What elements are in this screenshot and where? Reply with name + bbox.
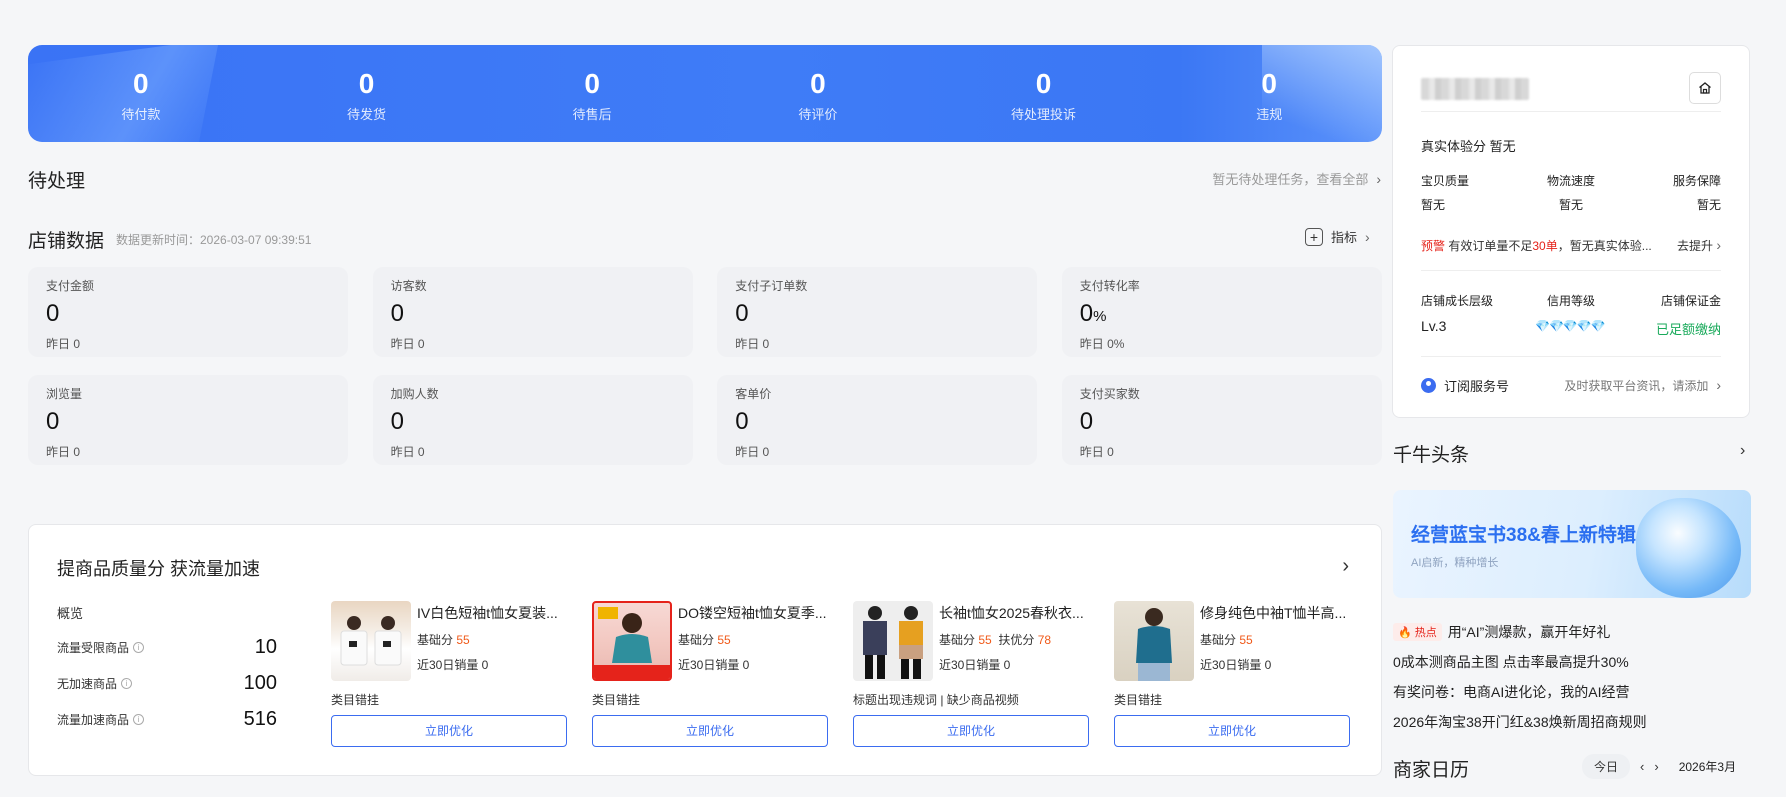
metric-card-add-to-cart[interactable]: 加购人数 0 昨日 0 [372, 375, 693, 465]
store-data-title: 店铺数据 [28, 231, 105, 252]
info-icon[interactable]: i [133, 641, 145, 653]
metric-card-sub-orders[interactable]: 支付子订单数 0 昨日 0 [717, 267, 1038, 357]
home-button[interactable] [1689, 72, 1721, 104]
metric-settings-button[interactable]: + 指标 › [1305, 227, 1370, 246]
product-list: IV白色短袖t恤女夏装... 基础分 55 近30日销量 0 类目错挂 立即优化… [331, 601, 1350, 747]
experience-score: 真实体验分 暂无 [1421, 139, 1516, 154]
product-card: IV白色短袖t恤女夏装... 基础分 55 近30日销量 0 类目错挂 立即优化 [331, 601, 567, 747]
product-issue: 类目错挂 [592, 693, 641, 707]
optimize-button[interactable]: 立即优化 [592, 715, 828, 747]
order-status-stats: 0 待付款 0 待发货 0 待售后 0 待评价 0 待处理投诉 0 违规 [28, 45, 1382, 142]
product-name[interactable]: IV白色短袖t恤女夏装... [417, 603, 567, 623]
chevron-right-icon[interactable]: › [1342, 555, 1349, 578]
optimize-button[interactable]: 立即优化 [853, 715, 1089, 747]
product-issue: 标题出现违规词 | 缺少商品视频 [853, 693, 1019, 707]
news-title: 千牛头条 [1393, 445, 1470, 466]
news-item[interactable]: 0成本测商品主图 点击率最高提升30% [1393, 647, 1751, 677]
chevron-right-icon[interactable]: › [1654, 759, 1658, 774]
product-thumbnail[interactable] [1114, 601, 1194, 681]
product-thumbnail[interactable] [331, 601, 411, 681]
quality-score-panel: 提商品质量分 获流量加速 › 概览 流量受限商品 i 10 无加速商品 i 100 … [28, 524, 1382, 776]
metric-card-pay-amount[interactable]: 支付金额 0 昨日 0 [28, 267, 348, 357]
info-icon[interactable]: i [121, 677, 133, 689]
news-list: 🔥 热点 用“AI”测爆款，赢开年好礼 0成本测商品主图 点击率最高提升30% 有… [1393, 617, 1751, 737]
pending-view-all-link[interactable]: 暂无待处理任务，查看全部 › [1212, 169, 1381, 188]
news-banner[interactable]: 经营蓝宝书38&春上新特辑 AI启新，精种增长 [1393, 490, 1751, 598]
product-thumbnail[interactable] [853, 601, 933, 681]
calendar-month: 2026年3月 [1678, 760, 1737, 774]
stat-pending-shipment[interactable]: 0 待发货 [254, 45, 480, 142]
stat-violation[interactable]: 0 违规 [1156, 45, 1382, 142]
product-name[interactable]: 修身纯色中袖T恤半高... [1200, 603, 1350, 623]
info-icon[interactable]: i [133, 713, 145, 725]
quality-overview: 概览 流量受限商品 i 10 无加速商品 i 100 流量加速商品 i 516 [57, 606, 277, 730]
news-item[interactable]: 🔥 热点 用“AI”测爆款，赢开年好礼 [1393, 617, 1751, 647]
calendar-controls: 今日 ‹ › 2026年3月 [1582, 754, 1736, 779]
user-icon [1421, 378, 1436, 393]
optimize-button[interactable]: 立即优化 [331, 715, 567, 747]
credit-diamond-icon[interactable]: 💎💎💎💎💎 [1535, 319, 1606, 333]
shop-profile-card: 真实体验分 暂无 宝贝质量 物流速度 服务保障 暂无 暂无 暂无 预警 有效订单… [1392, 45, 1750, 418]
product-card: 修身纯色中袖T恤半高... 基础分 55 近30日销量 0 类目错挂 立即优化 [1114, 601, 1350, 747]
stat-pending-review[interactable]: 0 待评价 [705, 45, 931, 142]
today-button[interactable]: 今日 [1582, 754, 1631, 779]
product-name[interactable]: 长袖t恤女2025春秋衣... [939, 603, 1089, 623]
product-name[interactable]: DO镂空短袖t恤女夏季... [678, 603, 828, 623]
chevron-right-icon[interactable]: › [1740, 442, 1745, 460]
shop-level[interactable]: Lv.3 [1421, 318, 1446, 334]
home-icon [1699, 82, 1711, 94]
subscribe-service-row[interactable]: 订阅服务号 及时获取平台资讯，请添加 › [1421, 376, 1721, 395]
shop-name-blurred [1421, 78, 1529, 100]
hot-badge: 🔥 热点 [1393, 623, 1442, 641]
news-item[interactable]: 有奖问卷：电商AI进化论，我的AI经营 [1393, 677, 1751, 707]
plus-icon: + [1305, 227, 1323, 246]
metric-card-conversion-rate[interactable]: 支付转化率 0% 昨日 0% [1061, 267, 1382, 357]
news-item[interactable]: 2026年淘宝38开门红&38焕新周招商规则 [1393, 707, 1751, 737]
pending-title: 待处理 [28, 171, 86, 192]
overview-row-boosted[interactable]: 流量加速商品 i 516 [57, 708, 277, 730]
chevron-right-icon: › [1376, 170, 1381, 187]
metric-card-page-views[interactable]: 浏览量 0 昨日 0 [28, 375, 348, 465]
stat-pending-payment[interactable]: 0 待付款 [28, 45, 254, 142]
optimize-button[interactable]: 立即优化 [1114, 715, 1350, 747]
chevron-right-icon: › [1365, 228, 1370, 245]
product-card: 长袖t恤女2025春秋衣... 基础分 55 扶优分 78 近30日销量 0 标… [853, 601, 1089, 747]
product-thumbnail[interactable] [592, 601, 672, 681]
chevron-right-icon: › [1716, 377, 1721, 393]
product-issue: 类目错挂 [1114, 693, 1163, 707]
order-status-banner: 0 待付款 0 待发货 0 待售后 0 待评价 0 待处理投诉 0 违规 [28, 45, 1382, 142]
metric-cards: 支付金额 0 昨日 0 访客数 0 昨日 0 支付子订单数 0 昨日 0 支付转化率 0% 昨日… [28, 267, 1382, 465]
merchant-calendar-title: 商家日历 [1393, 760, 1470, 781]
product-issue: 类目错挂 [331, 693, 380, 707]
quality-panel-title: 提商品质量分 获流量加速 [57, 559, 260, 579]
overview-row-no-boost[interactable]: 无加速商品 i 100 [57, 672, 277, 694]
data-updated-time: 数据更新时间：2026-03-07 09:39:51 [116, 233, 312, 247]
metric-card-visitors[interactable]: 访客数 0 昨日 0 [372, 267, 693, 357]
metric-card-avg-order-value[interactable]: 客单价 0 昨日 0 [717, 375, 1038, 465]
deposit-status[interactable]: 已足额缴纳 [1656, 319, 1721, 338]
metric-card-paying-buyers[interactable]: 支付买家数 0 昨日 0 [1061, 375, 1382, 465]
experience-warning: 预警 有效订单量不足30单，暂无真实体验... 去提升 › [1421, 237, 1721, 254]
stat-pending-aftersale[interactable]: 0 待售后 [479, 45, 705, 142]
overview-row-limited[interactable]: 流量受限商品 i 10 [57, 636, 277, 658]
stat-pending-complaint[interactable]: 0 待处理投诉 [931, 45, 1157, 142]
chevron-left-icon[interactable]: ‹ [1640, 759, 1644, 774]
improve-link[interactable]: 去提升 › [1677, 237, 1721, 254]
decorative-graphic [1636, 498, 1741, 598]
product-card: DO镂空短袖t恤女夏季... 基础分 55 近30日销量 0 类目错挂 立即优化 [592, 601, 828, 747]
